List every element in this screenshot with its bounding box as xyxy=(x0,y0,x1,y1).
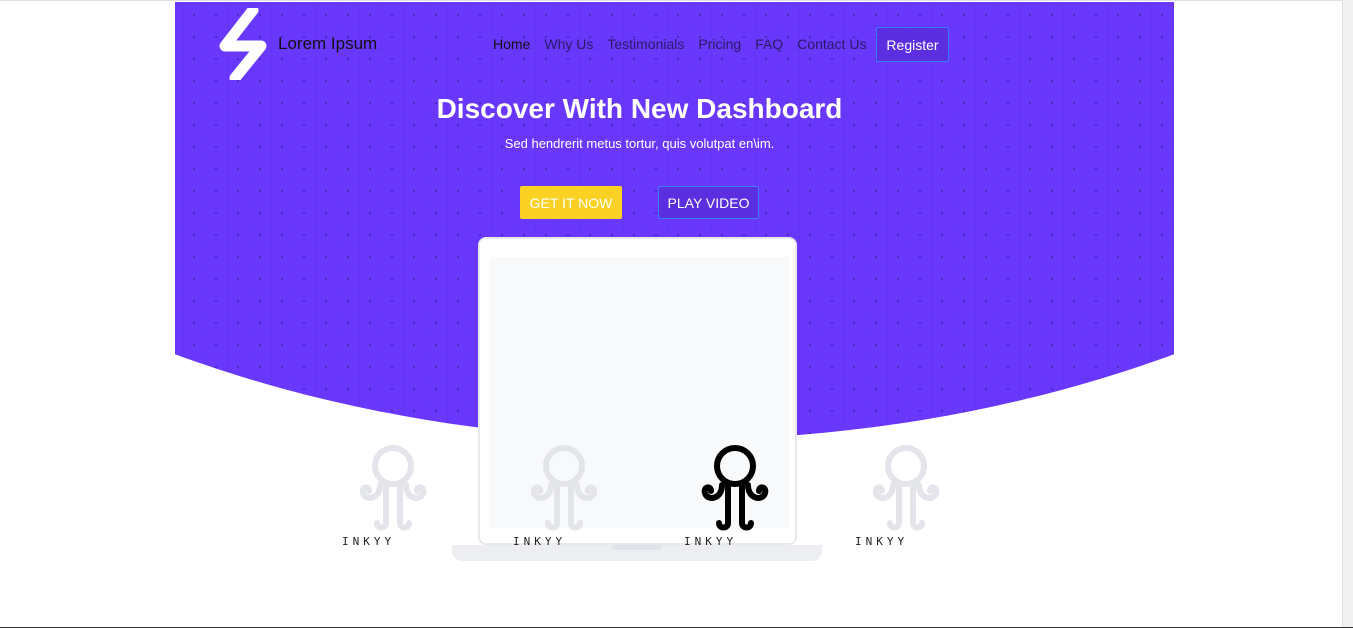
client-label: INKYY xyxy=(855,535,909,548)
nav-contact-us[interactable]: Contact Us xyxy=(797,36,866,52)
play-video-button[interactable]: PLAY VIDEO xyxy=(658,186,759,219)
get-it-now-button[interactable]: GET IT NOW xyxy=(520,186,622,219)
client-logo: INKYY xyxy=(513,445,613,555)
client-logo-active: INKYY xyxy=(684,445,784,555)
client-label: INKYY xyxy=(513,535,567,548)
vertical-scrollbar[interactable] xyxy=(1342,0,1353,628)
octopus-icon xyxy=(701,445,769,531)
client-label: INKYY xyxy=(342,535,396,548)
nav-home[interactable]: Home xyxy=(493,36,530,52)
hero-subtitle: Sed hendrerit metus tortur, quis volutpa… xyxy=(504,136,775,151)
brand-name[interactable]: Lorem Ipsum xyxy=(278,34,377,54)
hero-title: Discover With New Dashboard xyxy=(436,93,843,124)
client-logo: INKYY xyxy=(342,445,442,555)
lightning-bolt-icon[interactable] xyxy=(217,4,279,84)
nav-why-us[interactable]: Why Us xyxy=(544,36,593,52)
nav-faq[interactable]: FAQ xyxy=(755,36,783,52)
nav-testimonials[interactable]: Testimonials xyxy=(607,36,684,52)
main-nav: Home Why Us Testimonials Pricing FAQ Con… xyxy=(493,36,880,52)
window-top-border xyxy=(0,0,1353,1)
octopus-icon xyxy=(530,445,598,531)
octopus-icon xyxy=(359,445,427,531)
octopus-icon xyxy=(872,445,940,531)
client-logo: INKYY xyxy=(855,445,955,555)
client-label: INKYY xyxy=(684,535,738,548)
nav-pricing[interactable]: Pricing xyxy=(698,36,741,52)
register-button[interactable]: Register xyxy=(876,27,949,62)
